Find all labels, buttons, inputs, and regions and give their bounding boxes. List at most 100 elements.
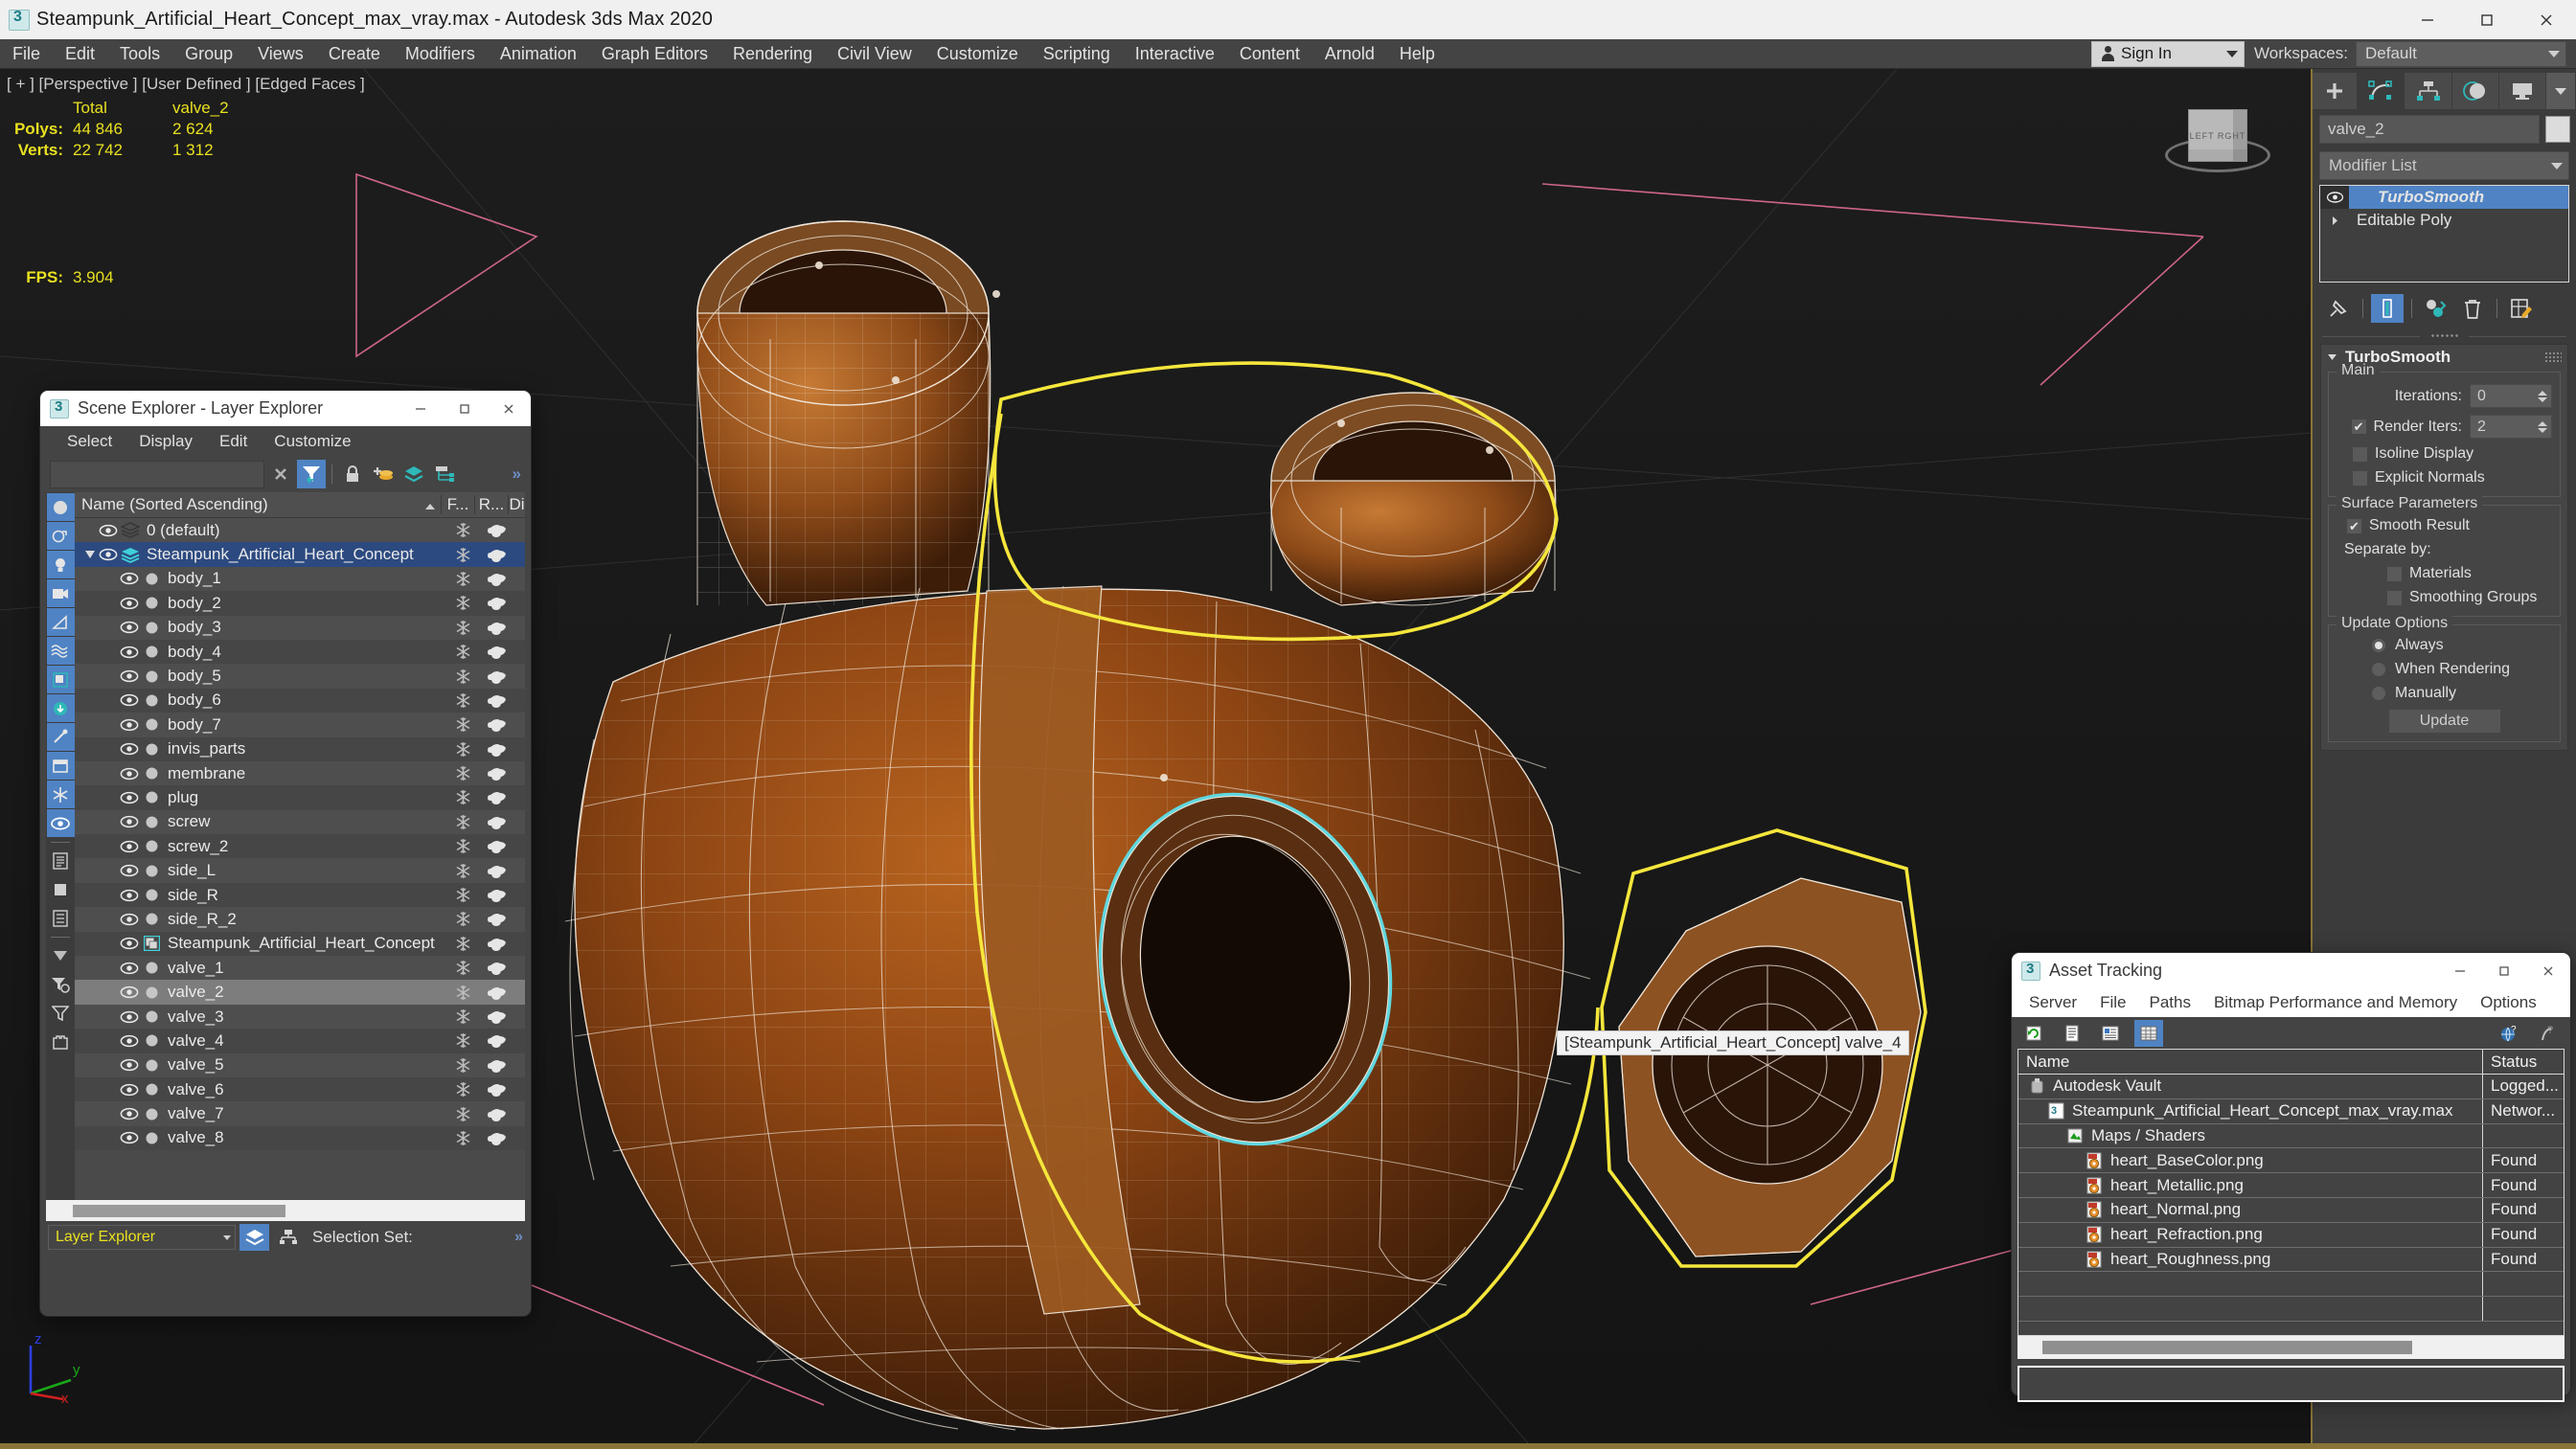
render-iters-spinner[interactable]: 2 [2470, 415, 2552, 439]
filter-frozen-icon[interactable] [46, 781, 75, 808]
visibility-eye-icon[interactable] [119, 815, 140, 828]
freeze-cell[interactable] [446, 1106, 480, 1122]
asset-tracking-window[interactable]: Asset Tracking Server File Paths Bitmap … [2012, 953, 2570, 1402]
menu-interactive[interactable]: Interactive [1123, 39, 1227, 69]
menu-animation[interactable]: Animation [488, 39, 589, 69]
at-menu-options[interactable]: Options [2469, 988, 2548, 1017]
update-manually-row[interactable]: Manually [2337, 685, 2552, 702]
viewcube[interactable]: LEFT RGHT [2146, 92, 2290, 197]
isoline-display-checkbox[interactable] [2352, 445, 2368, 463]
menu-create[interactable]: Create [316, 39, 393, 69]
asset-table-row[interactable]: Maps / Shaders [2018, 1123, 2564, 1149]
freeze-cell[interactable] [446, 985, 480, 1001]
render-cell[interactable] [480, 766, 513, 781]
filter-bones-icon[interactable] [46, 723, 75, 751]
modifier-stack-item-turbosmooth[interactable]: TurboSmooth [2320, 186, 2568, 209]
visibility-eye-icon[interactable] [119, 840, 140, 853]
menu-edit[interactable]: Edit [53, 39, 107, 69]
scene-explorer-row[interactable]: body_5 [75, 664, 525, 689]
menu-graph-editors[interactable]: Graph Editors [589, 39, 720, 69]
visibility-eye-icon[interactable] [119, 889, 140, 902]
update-always-radio[interactable] [2371, 638, 2386, 653]
expand-toggle-icon[interactable] [82, 550, 98, 559]
menu-help[interactable]: Help [1387, 39, 1448, 69]
update-when-rendering-row[interactable]: When Rendering [2337, 661, 2552, 678]
se-menu-customize[interactable]: Customize [261, 426, 364, 456]
render-cell[interactable] [480, 1131, 513, 1145]
freeze-cell[interactable] [446, 1032, 480, 1049]
scene-explorer-window[interactable]: Scene Explorer - Layer Explorer Select D… [40, 391, 531, 1316]
visibility-eye-icon[interactable] [119, 962, 140, 975]
se-menu-display[interactable]: Display [125, 426, 206, 456]
render-cell[interactable] [480, 961, 513, 976]
spinner-arrows-icon[interactable] [2538, 420, 2547, 433]
update-manually-radio[interactable] [2371, 686, 2386, 701]
scene-explorer-list[interactable]: Name (Sorted Ascending) F... R... Di 0 (… [75, 492, 525, 1200]
visibility-eye-icon[interactable] [119, 767, 140, 781]
smooth-result-checkbox[interactable] [2346, 517, 2362, 534]
materials-checkbox[interactable] [2386, 565, 2403, 582]
visibility-eye-icon[interactable] [119, 693, 140, 707]
filter-geometry-icon[interactable] [46, 493, 75, 521]
pin-stack-icon[interactable] [2322, 294, 2355, 323]
filter-spacewarps-icon[interactable] [46, 637, 75, 665]
render-cell[interactable] [480, 693, 513, 708]
scene-explorer-row[interactable]: invis_parts [75, 736, 525, 761]
visibility-eye-icon[interactable] [119, 1058, 140, 1072]
tab-hierarchy[interactable] [2405, 73, 2451, 109]
filter-lights-icon[interactable] [46, 551, 75, 578]
list-view-icon[interactable] [2058, 1020, 2086, 1047]
render-cell[interactable] [480, 596, 513, 611]
freeze-cell[interactable] [446, 960, 480, 976]
freeze-cell[interactable] [446, 741, 480, 758]
menu-civil-view[interactable]: Civil View [825, 39, 924, 69]
filter-shapes-icon[interactable] [46, 522, 75, 550]
at-menu-bitmap-performance[interactable]: Bitmap Performance and Memory [2202, 988, 2469, 1017]
detail-view-icon[interactable] [2096, 1020, 2125, 1047]
filter-xrefs-icon[interactable] [46, 694, 75, 722]
filter-groups-icon[interactable] [46, 666, 75, 693]
refresh-icon[interactable] [2019, 1020, 2048, 1047]
column-name[interactable]: Name [2018, 1050, 2483, 1074]
freeze-cell[interactable] [446, 644, 480, 660]
scene-explorer-row[interactable]: valve_6 [75, 1076, 525, 1102]
render-cell[interactable] [480, 645, 513, 660]
iterations-spinner[interactable]: 0 [2470, 384, 2552, 408]
smoothing-groups-checkbox[interactable] [2386, 589, 2403, 606]
filter-settings-icon[interactable] [47, 970, 75, 998]
visibility-eye-icon[interactable] [119, 597, 140, 610]
close-button[interactable] [2517, 0, 2576, 39]
freeze-cell[interactable] [446, 571, 480, 587]
menu-scripting[interactable]: Scripting [1031, 39, 1123, 69]
tab-display[interactable] [2498, 73, 2546, 109]
display-box-icon[interactable] [47, 875, 75, 903]
sign-in-button[interactable]: Sign In [2091, 40, 2245, 67]
freeze-cell[interactable] [446, 765, 480, 781]
layer-mode-icon[interactable] [239, 1224, 269, 1251]
object-color-swatch[interactable] [2545, 116, 2570, 143]
asset-tracking-maximize-button[interactable] [2482, 953, 2526, 988]
freeze-cell[interactable] [446, 814, 480, 830]
funnel-icon[interactable] [47, 999, 75, 1027]
asset-tracking-horizontal-scrollbar[interactable] [2017, 1336, 2565, 1359]
asset-table-row[interactable] [2018, 1272, 2564, 1298]
visibility-eye-icon[interactable] [119, 669, 140, 683]
menu-customize[interactable]: Customize [924, 39, 1031, 69]
visibility-eye-icon[interactable] [119, 913, 140, 926]
update-when-rendering-radio[interactable] [2371, 662, 2386, 677]
freeze-cell[interactable] [446, 668, 480, 685]
search-input[interactable] [50, 460, 264, 488]
menu-modifiers[interactable]: Modifiers [393, 39, 488, 69]
scene-explorer-row[interactable]: Steampunk_Artificial_Heart_Concept [75, 931, 525, 957]
scene-explorer-row[interactable]: valve_2 [75, 980, 525, 1005]
scrollbar-thumb[interactable] [73, 1204, 285, 1217]
render-cell[interactable] [480, 1009, 513, 1024]
se-menu-edit[interactable]: Edit [206, 426, 261, 456]
scene-explorer-row[interactable]: valve_7 [75, 1101, 525, 1126]
menu-content[interactable]: Content [1227, 39, 1312, 69]
scene-explorer-row[interactable]: body_6 [75, 688, 525, 713]
asset-table-row[interactable]: heart_BaseColor.png Found [2018, 1148, 2564, 1174]
display-details-icon[interactable] [47, 904, 75, 932]
chevron-right-icon[interactable] [2320, 215, 2349, 226]
visibility-eye-icon[interactable] [119, 718, 140, 732]
